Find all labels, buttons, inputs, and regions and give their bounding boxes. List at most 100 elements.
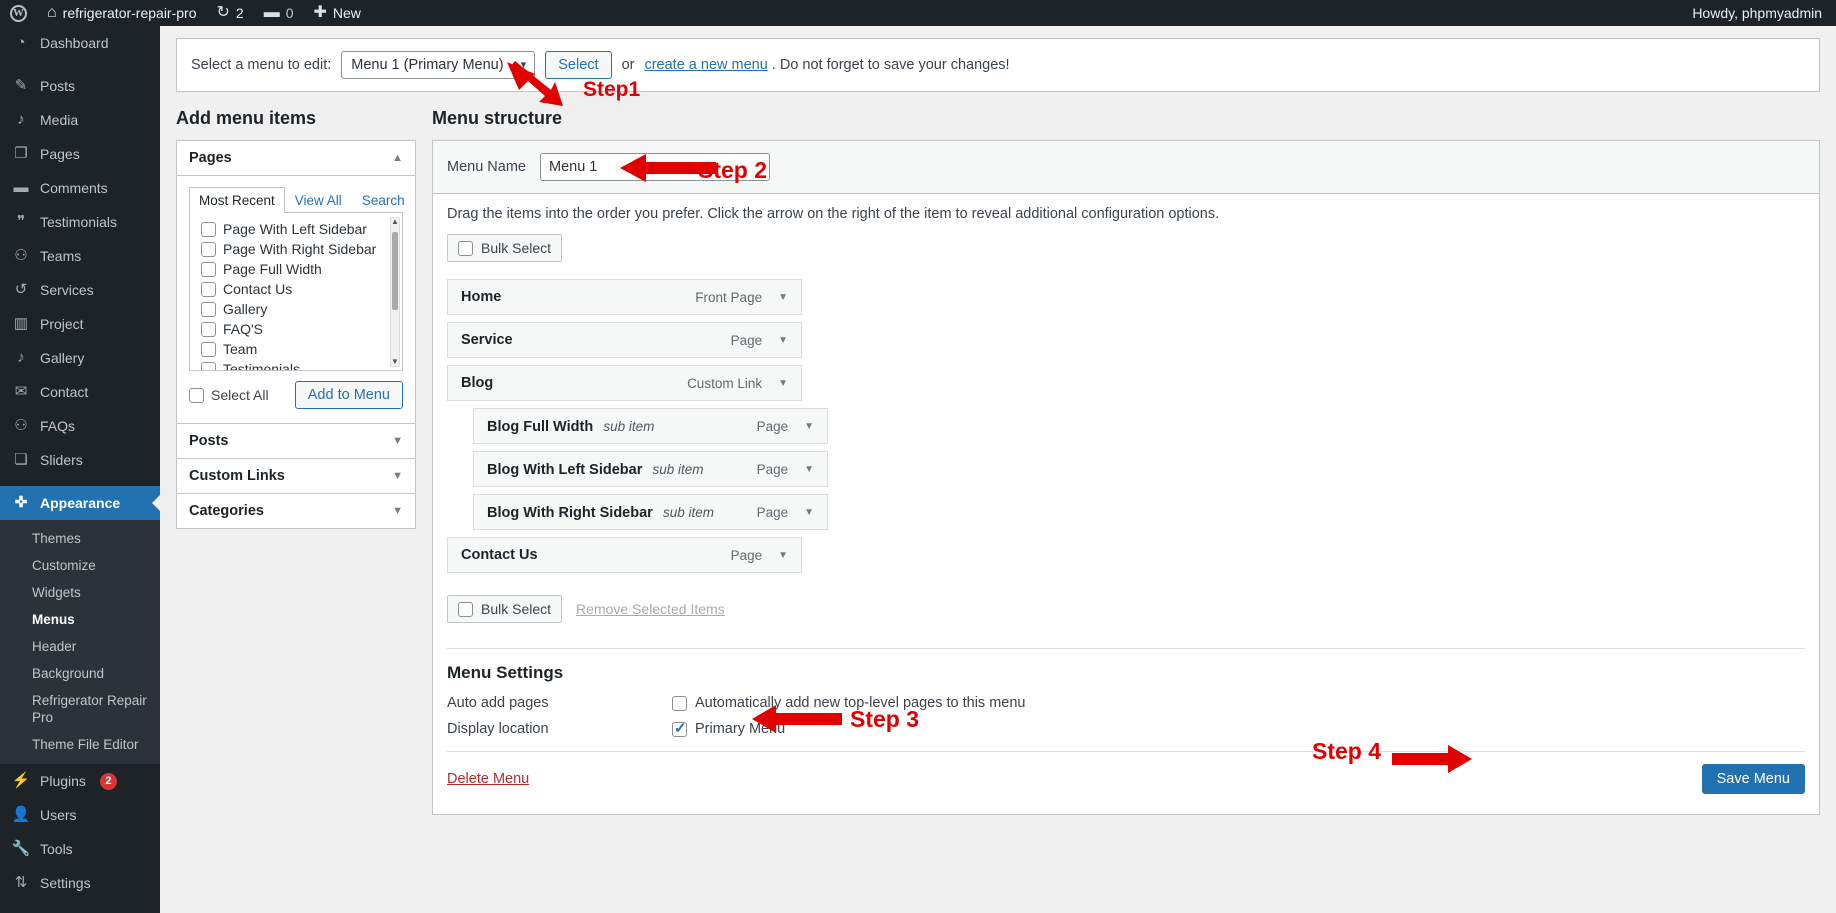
chevron-down-icon[interactable]: ▼ (392, 435, 403, 447)
bulk-select-top-label: Bulk Select (481, 240, 552, 256)
new-content-menu[interactable]: ✚ New (304, 0, 371, 26)
chevron-down-icon[interactable]: ▼ (804, 507, 814, 518)
posts-panel-header[interactable]: Posts ▼ (177, 424, 415, 458)
scroll-down-icon[interactable]: ▼ (391, 357, 399, 366)
select-button[interactable]: Select (545, 51, 612, 79)
list-item[interactable]: Gallery (190, 299, 402, 319)
delete-menu-link[interactable]: Delete Menu (447, 771, 529, 787)
sidebar-item-media[interactable]: ♪ Media (0, 103, 160, 137)
sidebar-item-users[interactable]: 👤 Users (0, 798, 160, 832)
pages-panel-header[interactable]: Pages ▲ (177, 141, 415, 176)
sidebar-item-comments[interactable]: ▬ Comments (0, 171, 160, 205)
chevron-down-icon[interactable]: ▼ (778, 378, 788, 389)
site-name-menu[interactable]: ⌂ refrigerator-repair-pro (37, 0, 207, 26)
menu-item-blog-full-width[interactable]: Blog Full Width sub item Page ▼ (473, 408, 828, 444)
bulk-select-top[interactable]: Bulk Select (447, 234, 563, 262)
list-item[interactable]: Testimonials (190, 359, 402, 370)
menu-item-home[interactable]: Home Front Page ▼ (447, 279, 802, 315)
list-item[interactable]: Contact Us (190, 279, 402, 299)
menu-item-type: Page (756, 504, 789, 520)
chevron-down-icon[interactable]: ▼ (392, 505, 403, 517)
display-location-control[interactable]: Primary Menu (672, 719, 785, 737)
submenu-item-themes[interactable]: Themes (0, 525, 160, 552)
page-checkbox[interactable] (201, 241, 216, 257)
custom-links-panel-header[interactable]: Custom Links ▼ (177, 459, 415, 493)
page-checkbox[interactable] (201, 261, 216, 277)
bulk-select-top-checkbox[interactable] (458, 240, 473, 256)
list-item[interactable]: Page With Right Sidebar (190, 239, 402, 259)
sidebar-item-appearance[interactable]: ✜ Appearance (0, 486, 160, 520)
list-item[interactable]: Team (190, 339, 402, 359)
menu-item-blog-with-left-sidebar[interactable]: Blog With Left Sidebar sub item Page ▼ (473, 451, 828, 487)
chevron-down-icon[interactable]: ▼ (778, 292, 788, 303)
menu-item-blog-with-right-sidebar[interactable]: Blog With Right Sidebar sub item Page ▼ (473, 494, 828, 530)
pages-list-scrollbar[interactable]: ▲ ▼ (390, 217, 400, 367)
menu-name-input[interactable] (539, 153, 770, 181)
page-checkbox[interactable] (201, 281, 216, 297)
page-checkbox[interactable] (201, 361, 216, 370)
user-icon: 👤 (11, 806, 31, 823)
sidebar-item-dashboard[interactable]: ◔ Dashboard (0, 26, 160, 60)
submenu-item-header[interactable]: Header (0, 633, 160, 660)
sidebar-item-sliders[interactable]: ❏ Sliders (0, 443, 160, 477)
add-to-menu-button[interactable]: Add to Menu (294, 381, 403, 409)
page-checkbox[interactable] (201, 301, 216, 317)
menu-item-blog[interactable]: Blog Custom Link ▼ (447, 365, 802, 401)
scrollbar-thumb[interactable] (392, 232, 398, 310)
remove-selected-items-link[interactable]: Remove Selected Items (576, 601, 725, 617)
sidebar-item-services[interactable]: ↺ Services (0, 273, 160, 307)
chevron-up-icon[interactable]: ▲ (392, 152, 403, 164)
tab-view-all[interactable]: View All (285, 187, 352, 213)
sidebar-item-tools[interactable]: 🔧 Tools (0, 832, 160, 866)
categories-panel-header[interactable]: Categories ▼ (177, 494, 415, 528)
menu-item-title: Service (461, 332, 513, 348)
submenu-item-background[interactable]: Background (0, 660, 160, 687)
bulk-select-bottom[interactable]: Bulk Select (447, 595, 563, 623)
chevron-down-icon[interactable]: ▼ (778, 335, 788, 346)
create-new-menu-link[interactable]: create a new menu (644, 57, 767, 73)
sidebar-item-contact[interactable]: ✉ Contact (0, 375, 160, 409)
updates-menu[interactable]: ↻ 2 (207, 0, 254, 26)
auto-add-pages-control[interactable]: Automatically add new top-level pages to… (672, 695, 1025, 711)
list-item[interactable]: Page With Left Sidebar (190, 219, 402, 239)
page-checkbox[interactable] (201, 321, 216, 337)
sidebar-item-faqs[interactable]: ⚇ FAQs (0, 409, 160, 443)
scroll-up-icon[interactable]: ▲ (391, 217, 399, 226)
bulk-select-bottom-checkbox[interactable] (458, 601, 473, 617)
sidebar-item-project[interactable]: ▥ Project (0, 307, 160, 341)
submenu-item-refrigerator-repair-pro[interactable]: Refrigerator Repair Pro (0, 687, 160, 731)
auto-add-pages-checkbox[interactable] (672, 695, 687, 711)
select-all-pages[interactable]: Select All (189, 387, 269, 403)
select-all-checkbox[interactable] (189, 387, 204, 403)
chevron-down-icon[interactable]: ▼ (804, 464, 814, 475)
sidebar-item-teams[interactable]: ⚇ Teams (0, 239, 160, 273)
comments-menu[interactable]: ▬ 0 (254, 0, 304, 26)
submenu-item-theme-file-editor[interactable]: Theme File Editor (0, 731, 160, 758)
sidebar-item-posts[interactable]: ✎ Posts (0, 69, 160, 103)
menu-select-dropdown[interactable]: Menu 1 (Primary Menu) (341, 51, 536, 79)
tab-search[interactable]: Search (352, 187, 415, 213)
sidebar-item-settings[interactable]: ⇅ Settings (0, 866, 160, 900)
save-menu-button[interactable]: Save Menu (1701, 764, 1805, 794)
tab-most-recent[interactable]: Most Recent (189, 187, 285, 213)
my-account-menu[interactable]: Howdy, phpmyadmin (1682, 0, 1836, 26)
list-item[interactable]: FAQ'S (190, 319, 402, 339)
submenu-item-customize[interactable]: Customize (0, 552, 160, 579)
submenu-item-widgets[interactable]: Widgets (0, 579, 160, 606)
page-checkbox[interactable] (201, 341, 216, 357)
sidebar-item-gallery[interactable]: ♪ Gallery (0, 341, 160, 375)
sidebar-item-testimonials[interactable]: ❞ Testimonials (0, 205, 160, 239)
chevron-down-icon[interactable]: ▼ (778, 550, 788, 561)
howdy-label: Howdy, phpmyadmin (1692, 5, 1822, 21)
sidebar-item-plugins[interactable]: ⚡ Plugins 2 (0, 764, 160, 798)
menu-item-contact-us[interactable]: Contact Us Page ▼ (447, 537, 802, 573)
submenu-item-menus[interactable]: Menus (0, 606, 160, 633)
chevron-down-icon[interactable]: ▼ (392, 470, 403, 482)
wp-logo-menu[interactable]: W (0, 0, 37, 26)
primary-menu-checkbox[interactable] (672, 719, 687, 737)
chevron-down-icon[interactable]: ▼ (804, 421, 814, 432)
page-checkbox[interactable] (201, 221, 216, 237)
menu-item-service[interactable]: Service Page ▼ (447, 322, 802, 358)
sidebar-item-pages[interactable]: ❐ Pages (0, 137, 160, 171)
list-item[interactable]: Page Full Width (190, 259, 402, 279)
